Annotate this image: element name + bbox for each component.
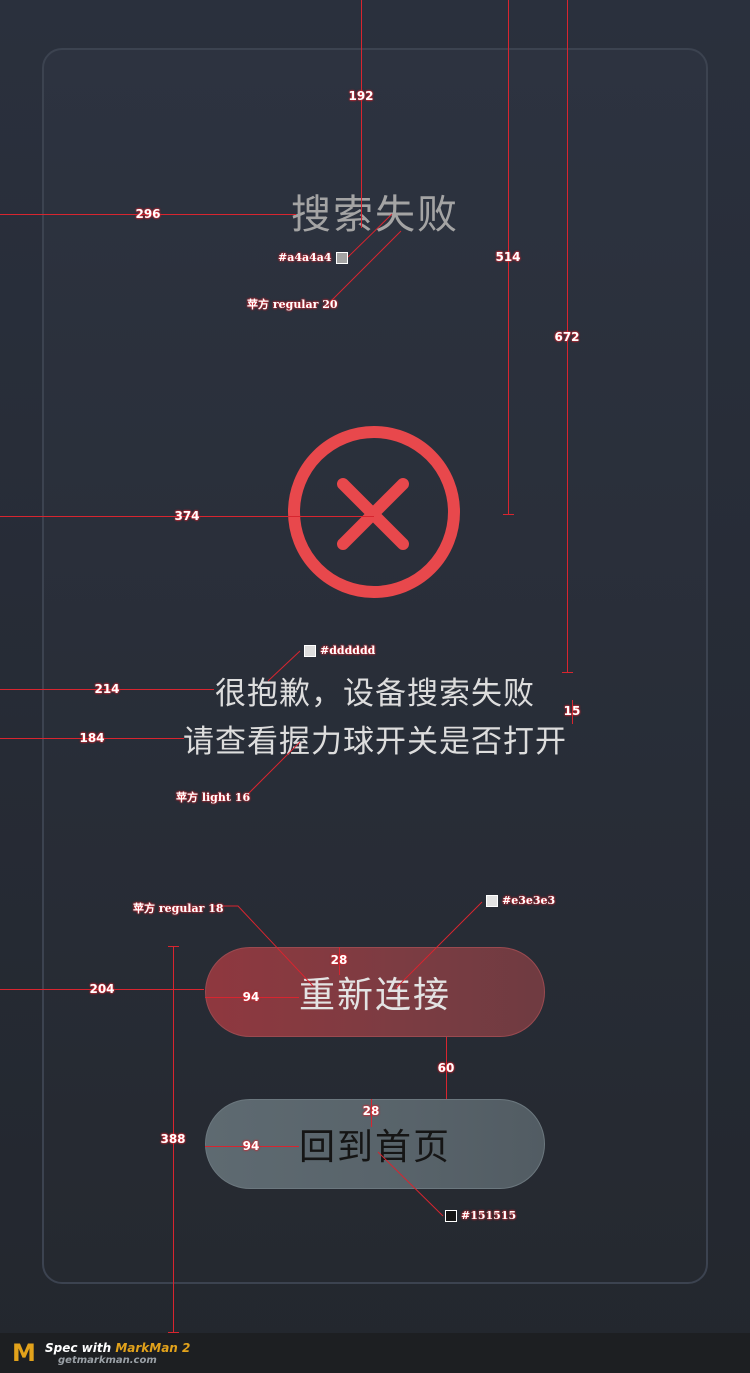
error-message-line1: 很抱歉，设备搜索失败 [215,676,535,712]
brand-name: MarkMan 2 [115,1341,191,1355]
markman-footer: M Spec with MarkMan 2 getmarkman.com [0,1333,750,1373]
brand-prefix: Spec with [45,1341,116,1355]
close-circle-icon [288,426,460,598]
error-message-line2: 请查看握力球开关是否打开 [183,724,567,760]
markman-logo-icon: M [12,1339,36,1367]
dialog-title: 搜索失败 [291,192,459,238]
markman-site: getmarkman.com [58,1355,157,1366]
back-home-button[interactable]: 回到首页 [205,1099,545,1189]
markman-brand: Spec with MarkMan 2 [45,1341,190,1355]
back-home-button-label: 回到首页 [298,1127,451,1168]
reconnect-button-label: 重新连接 [298,975,451,1016]
reconnect-button[interactable]: 重新连接 [205,947,545,1037]
